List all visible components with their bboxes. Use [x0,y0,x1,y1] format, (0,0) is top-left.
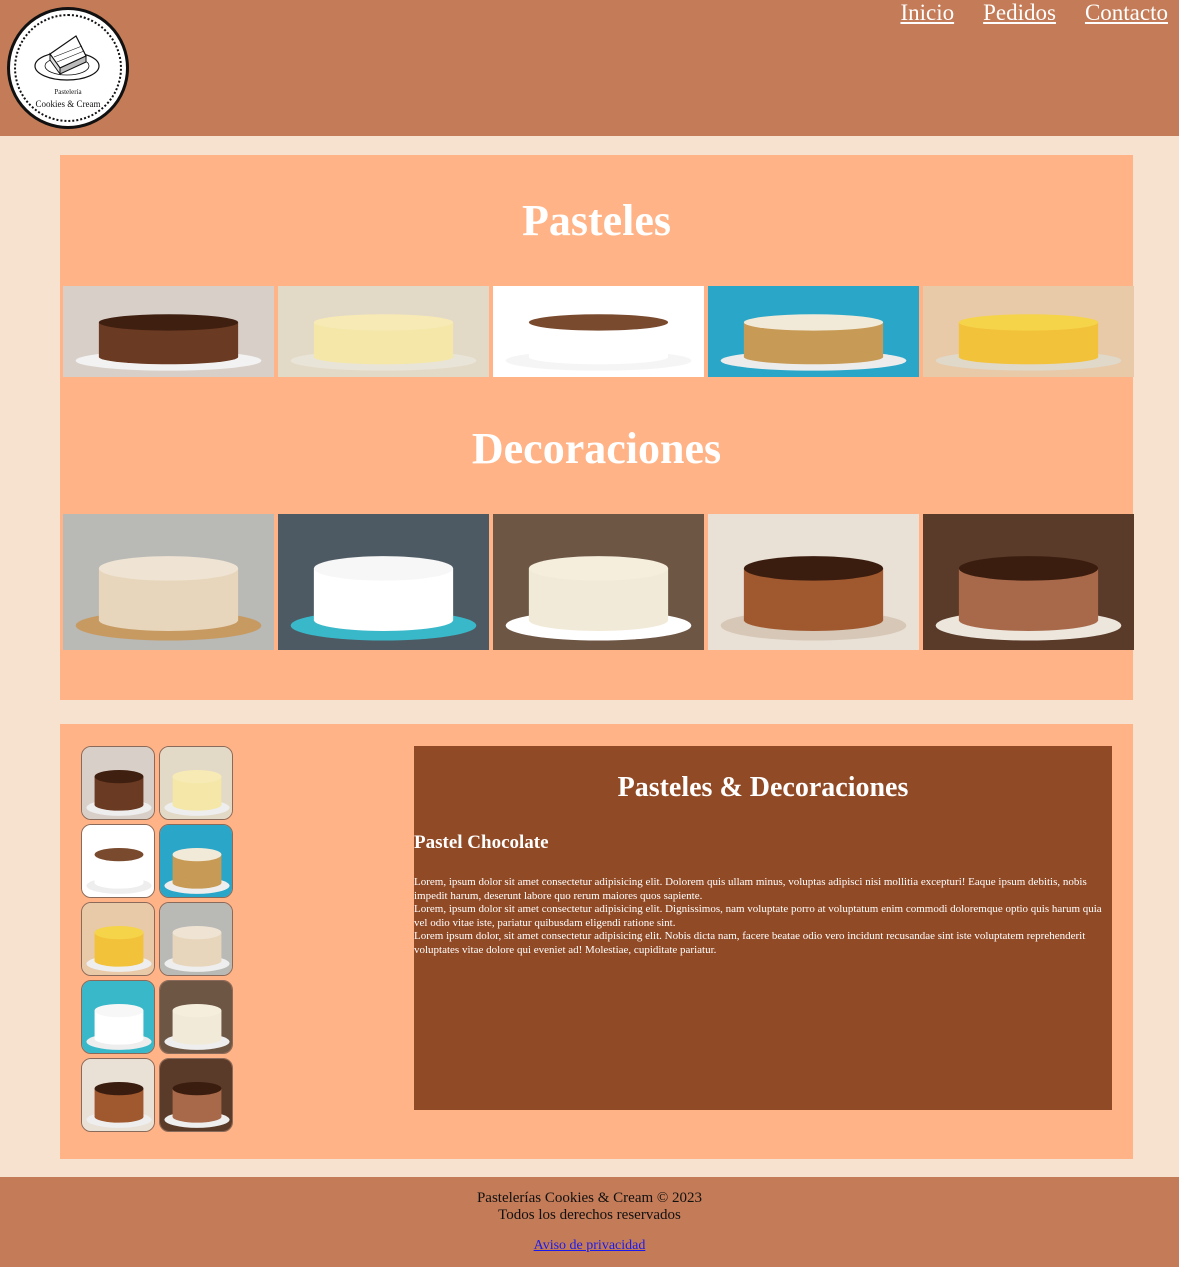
footer-rights: Todos los derechos reservados [498,1207,681,1223]
cake-thumbnail[interactable] [159,746,233,820]
cake-thumbnail[interactable] [81,1058,155,1132]
cake-thumbnail[interactable] [81,746,155,820]
white-cake-image [493,286,704,377]
cake-thumbnail[interactable] [159,980,233,1054]
pasteles-image-row [63,286,1134,377]
main-nav: Inicio Pedidos Contacto [900,0,1168,26]
carrot-cake-image [708,286,919,377]
bakery-logo[interactable]: Pastelería Cookies & Cream [7,7,129,129]
panel-paragraph: Lorem, ipsum dolor sit amet consectetur … [414,876,1087,902]
panel-paragraph: Lorem, ipsum dolor sit amet consectetur … [414,903,1102,929]
chocolate-cake-image [63,286,274,377]
cake-thumbnail[interactable] [81,902,155,976]
nav-link-pedidos[interactable]: Pedidos [983,0,1056,26]
logo-text-brand: Cookies & Cream [35,99,101,109]
pasteles-heading: Pasteles [521,196,672,245]
vanilla-cream-cake-image [278,286,489,377]
decoraciones-image-row [63,514,1134,650]
chocolate-nut-cake-image [708,514,919,650]
naked-cake-image [63,514,274,650]
site-footer: Pastelerías Cookies & Cream © 2023 Todos… [0,1177,1179,1267]
privacy-link[interactable]: Aviso de privacidad [0,1238,1179,1254]
panel-paragraph: Lorem ipsum dolor, sit amet consectetur … [414,930,1086,956]
nav-link-inicio[interactable]: Inicio [900,0,954,26]
cake-thumbnail[interactable] [159,824,233,898]
nav-link-contacto[interactable]: Contacto [1085,0,1168,26]
detail-panel: Pasteles & Decoraciones Pastel Chocolate… [414,746,1112,1110]
cake-thumbnail[interactable] [159,902,233,976]
detail-section: Pasteles & Decoraciones Pastel Chocolate… [60,724,1133,1159]
gallery-section: Pasteles Decoraciones [60,155,1134,700]
logo-text-pasteleria: Pastelería [54,88,82,96]
panel-title: Pasteles & Decoraciones [617,772,909,803]
thumbnail-grid [81,746,241,1132]
chocolate-drip-cake-image [923,514,1134,650]
decoraciones-heading: Decoraciones [471,424,722,473]
confetti-cake-image [278,514,489,650]
cake-thumbnail[interactable] [159,1058,233,1132]
cake-thumbnail[interactable] [81,824,155,898]
cake-slice-icon [34,35,100,81]
rosette-cake-image [493,514,704,650]
footer-copyright: Pastelerías Cookies & Cream © 2023 [476,1190,703,1206]
panel-subtitle: Pastel Chocolate [414,832,549,853]
cake-thumbnail[interactable] [81,980,155,1054]
site-header: Pastelería Cookies & Cream Inicio Pedido… [0,0,1179,136]
orange-cake-image [923,286,1134,377]
panel-text: Lorem, ipsum dolor sit amet consectetur … [414,876,1104,957]
